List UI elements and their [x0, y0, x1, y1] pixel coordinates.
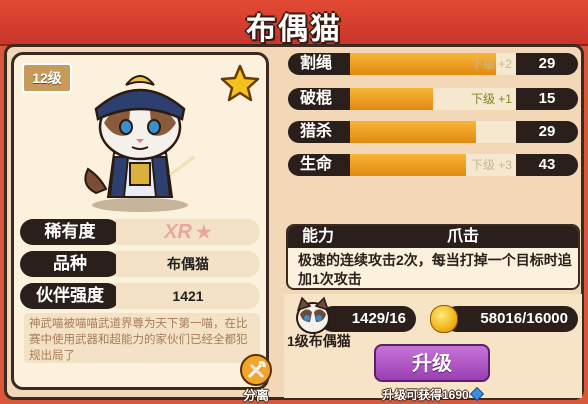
- stat-bar: 下级 +2: [350, 53, 516, 75]
- rarity-value: XR ★: [116, 219, 260, 245]
- upgrade-button[interactable]: 升级: [374, 344, 490, 382]
- power-label: 伙伴强度: [20, 283, 120, 309]
- title-bar: 布偶猫: [0, 0, 588, 46]
- stat-row: 生命 下级 +3 43: [288, 154, 578, 176]
- star-icon[interactable]: [220, 63, 260, 103]
- split-button[interactable]: 分离: [236, 353, 276, 403]
- stat-bonus: 下级 +3: [470, 158, 512, 172]
- reward-text: 升级可获得1690: [382, 386, 484, 403]
- page-title: 布偶猫: [246, 13, 342, 46]
- cat-shard-icon: [296, 296, 330, 334]
- ability-text: 极速的连续攻击2次，每当打掉一个目标时追加1次攻击: [298, 252, 572, 287]
- stat-bar: 下级 +1: [350, 88, 516, 110]
- samurai-cat-portrait: [84, 75, 195, 212]
- ability-name: 爪击: [348, 226, 578, 248]
- stat-bar-fill: [350, 154, 467, 176]
- shard-name: 1级布偶猫: [287, 333, 351, 349]
- rarity-star-icon: ★: [195, 222, 212, 242]
- wrench-icon: [240, 354, 272, 386]
- stat-row: 破棍 下级 +1 15: [288, 88, 578, 110]
- ability-label: 能力: [288, 226, 348, 248]
- gem-icon: [469, 386, 484, 402]
- stat-bonus: 下级 +1: [470, 92, 512, 106]
- coin-count: 58016/16000: [444, 306, 578, 332]
- rarity-row: 稀有度 XR ★: [20, 219, 260, 245]
- stat-value: 29: [516, 121, 578, 143]
- rarity-text: XR: [164, 221, 192, 243]
- stat-bar-fill: [350, 121, 477, 143]
- coin-icon: [430, 305, 458, 333]
- rarity-label: 稀有度: [20, 219, 120, 245]
- stat-value: 43: [516, 154, 578, 176]
- split-label: 分离: [242, 388, 269, 403]
- level-badge: 12级: [22, 63, 72, 93]
- stat-bonus: 下级 +2: [470, 57, 512, 71]
- breed-label: 品种: [20, 251, 120, 277]
- ability-panel: 能力 爪击 极速的连续攻击2次，每当打掉一个目标时追加1次攻击: [286, 224, 580, 290]
- description-text: 神武喵被喵喵武道界尊为天下第一喵，在比赛中使用武器和超能力的家伙们已经全都犯规出…: [24, 313, 260, 363]
- breed-value: 布偶猫: [116, 251, 260, 277]
- stat-bar: 下级 +3: [350, 154, 516, 176]
- stat-label: 生命: [288, 154, 350, 176]
- power-row: 伙伴强度 1421: [20, 283, 260, 309]
- stat-row: 割绳 下级 +2 29: [288, 53, 578, 75]
- stat-value: 15: [516, 88, 578, 110]
- stat-value: 29: [516, 53, 578, 75]
- stat-label: 割绳: [288, 53, 350, 75]
- character-card: 12级 稀有度 XR ★ 品种 布偶猫 伙伴强度 1421 神武喵被喵喵武道界尊…: [11, 52, 272, 403]
- stat-label: 破棍: [288, 88, 350, 110]
- stat-row: 猎杀 29: [288, 121, 578, 143]
- stat-bar-fill: [350, 88, 433, 110]
- stat-label: 猎杀: [288, 121, 350, 143]
- breed-row: 品种 布偶猫: [20, 251, 260, 277]
- stat-bar: [350, 121, 516, 143]
- power-value: 1421: [116, 283, 260, 309]
